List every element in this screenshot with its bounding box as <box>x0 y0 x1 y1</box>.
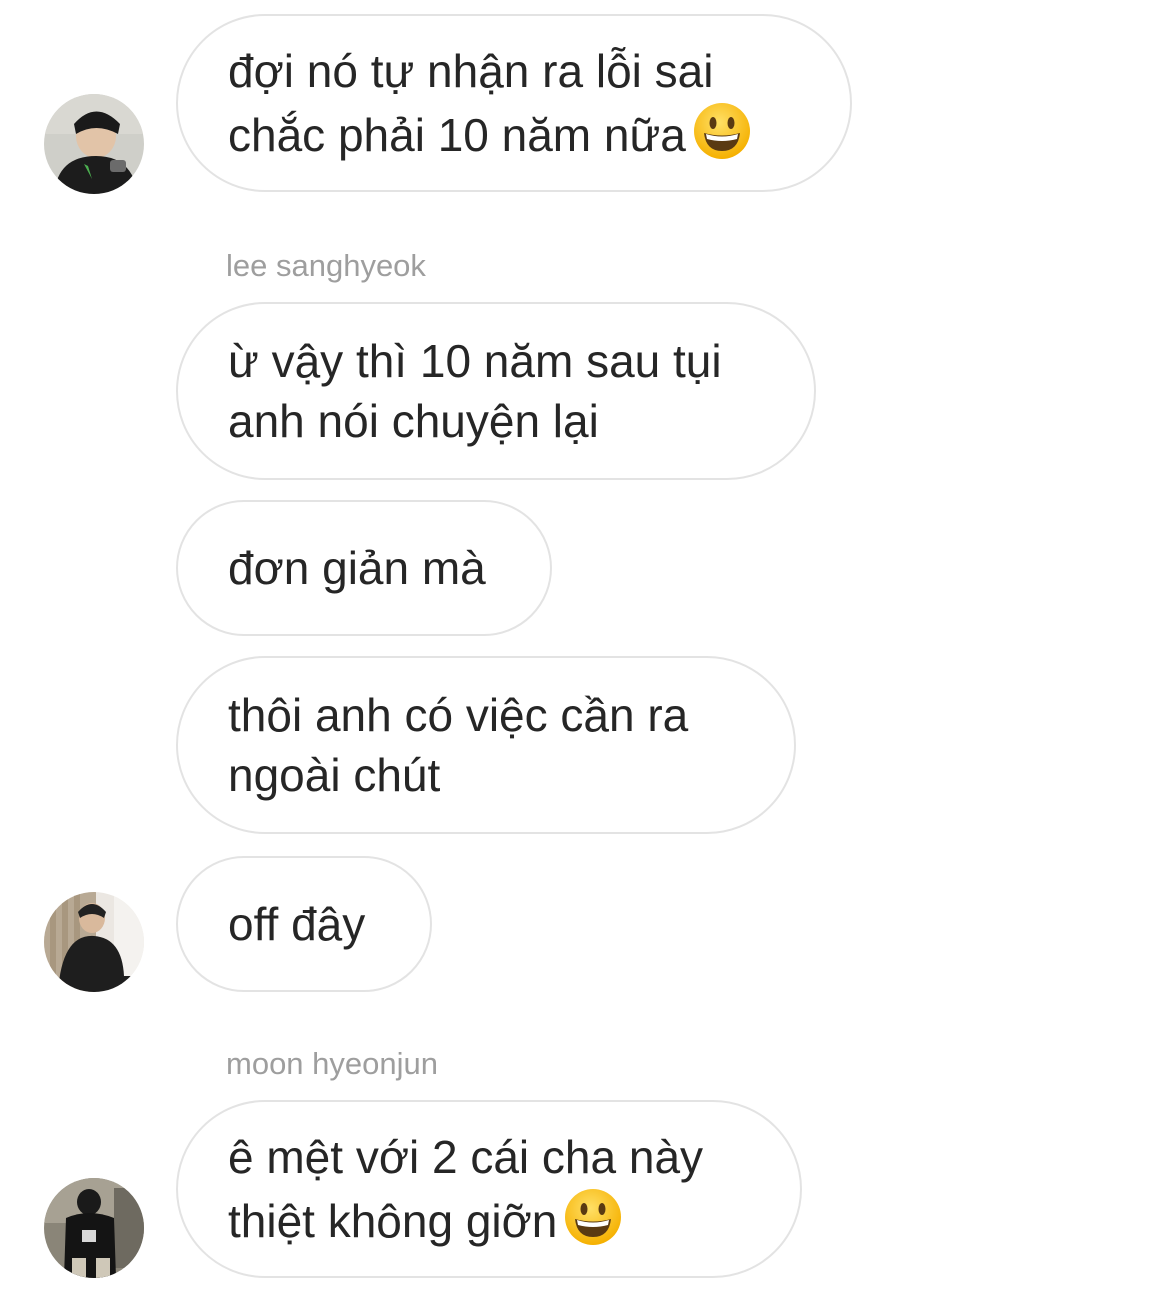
message-text: ngoài chút <box>228 749 441 801</box>
message-bubble[interactable]: thôi anh có việc cần ra ngoài chút <box>176 656 796 834</box>
message-text: ê mệt với 2 cái cha này <box>228 1131 704 1183</box>
message-text: chắc phải 10 năm nữa <box>228 101 800 165</box>
sender-name: lee sanghyeok <box>226 248 426 283</box>
message-bubble[interactable]: ừ vậy thì 10 năm sau tụi anh nói chuyện … <box>176 302 816 480</box>
message-text: thôi anh có việc cần ra <box>228 689 689 741</box>
avatar-photo-icon <box>44 1178 144 1278</box>
avatar[interactable] <box>44 892 144 992</box>
avatar-photo-icon <box>44 94 144 194</box>
sender-name: moon hyeonjun <box>226 1046 438 1081</box>
message-text: off đây <box>228 898 366 950</box>
message-bubble[interactable]: ê mệt với 2 cái cha này thiệt không giỡn <box>176 1100 802 1278</box>
message-text: đơn giản mà <box>228 542 486 594</box>
grinning-face-emoji-icon <box>692 101 752 161</box>
message-text: thiệt không giỡn <box>228 1187 750 1251</box>
message-bubble[interactable]: đợi nó tự nhận ra lỗi sai chắc phải 10 n… <box>176 14 852 192</box>
message-text: anh nói chuyện lại <box>228 395 599 447</box>
avatar[interactable] <box>44 94 144 194</box>
message-text: ừ vậy thì 10 năm sau tụi <box>228 335 722 387</box>
avatar-photo-icon <box>44 892 144 992</box>
avatar[interactable] <box>44 1178 144 1278</box>
message-text: đợi nó tự nhận ra lỗi sai <box>228 45 714 97</box>
message-bubble[interactable]: đơn giản mà <box>176 500 552 636</box>
grinning-face-emoji-icon <box>563 1187 623 1247</box>
message-bubble[interactable]: off đây <box>176 856 432 992</box>
